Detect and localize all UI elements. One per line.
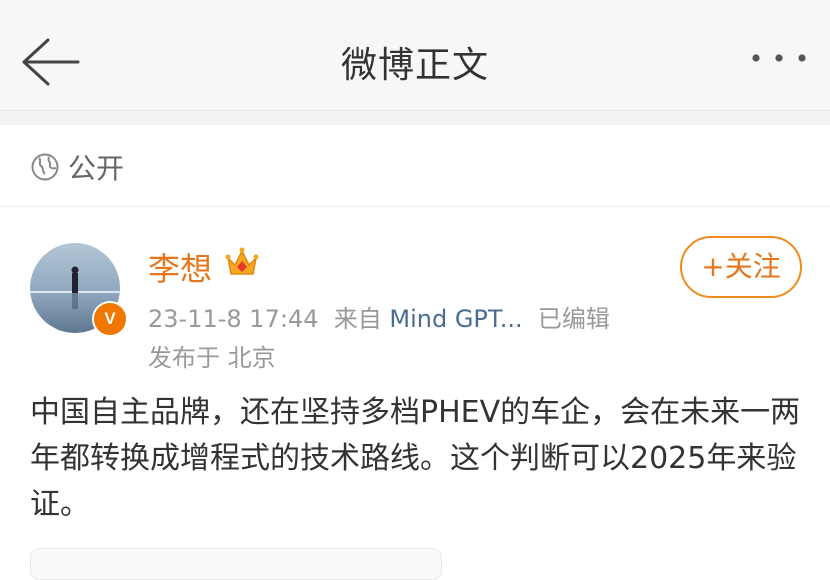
post-body-text: 中国自主品牌，还在坚持多档PHEV的车企，会在未来一两年都转换成增程式的技术路线… [30,395,801,522]
location-name: 北京 [227,344,276,372]
follow-button[interactable]: +关注 [680,236,802,298]
globe-icon [31,153,59,181]
post-location: 发布于 北京 [148,338,276,373]
source-link[interactable]: Mind GPT... [389,305,522,333]
post-meta: 23-11-8 17:44 来自 Mind GPT... 已编辑 [148,299,610,334]
visibility-row [0,125,830,207]
page-title: 微博正文 [340,45,489,86]
author-name[interactable]: 李想 [148,244,212,290]
top-navigation-bar: 微博正文 [0,0,830,111]
edited-label: 已编辑 [537,305,610,333]
partial-card [30,548,442,580]
more-button[interactable] [750,44,808,72]
section-divider [0,111,830,125]
verified-badge: V [92,301,128,337]
more-dots-icon [752,54,806,62]
crown-icon [225,247,259,275]
source-prefix: 来自 [333,305,382,333]
post-timestamp: 23-11-8 17:44 [148,305,319,333]
location-prefix: 发布于 [148,344,220,372]
visibility-label: 公开 [68,152,125,185]
